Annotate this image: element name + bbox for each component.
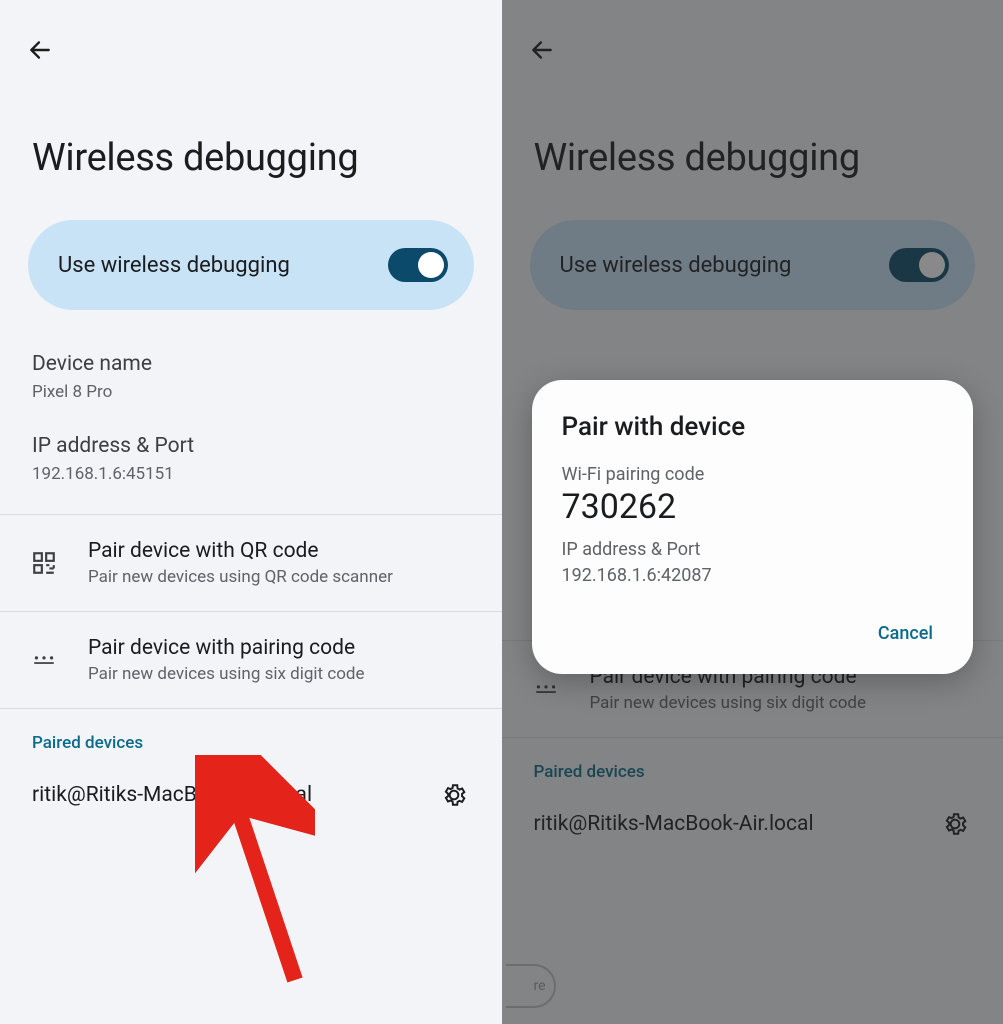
device-name-block: Device name Pixel 8 Pro bbox=[0, 340, 502, 414]
pair-dialog-code: 730262 bbox=[562, 487, 944, 527]
back-button[interactable] bbox=[20, 30, 60, 70]
qr-icon bbox=[24, 550, 64, 576]
page-title: Wireless debugging bbox=[0, 80, 502, 220]
pair-code-title: Pair device with pairing code bbox=[88, 636, 478, 660]
pair-dialog-code-label: Wi-Fi pairing code bbox=[562, 464, 944, 485]
pair-dialog: Pair with device Wi-Fi pairing code 7302… bbox=[532, 380, 974, 674]
wireless-debug-toggle-card[interactable]: Use wireless debugging bbox=[28, 220, 474, 310]
pair-code-sub: Pair new devices using six digit code bbox=[88, 664, 478, 684]
paired-device-settings-button[interactable] bbox=[434, 775, 474, 815]
pair-dialog-title: Pair with device bbox=[562, 412, 944, 442]
ip-port-block: IP address & Port 192.168.1.6:45151 bbox=[0, 414, 502, 496]
dots-icon bbox=[24, 647, 64, 673]
pair-dialog-ip-label: IP address & Port bbox=[562, 537, 944, 563]
pair-qr-sub: Pair new devices using QR code scanner bbox=[88, 567, 478, 587]
paired-device-name: ritik@Ritiks-MacBook-Air.local bbox=[32, 783, 312, 807]
screen-right: Wireless debugging Use wireless debuggin… bbox=[502, 0, 1003, 1024]
topbar bbox=[0, 0, 502, 80]
wireless-debug-toggle-label: Use wireless debugging bbox=[58, 253, 290, 278]
ip-port-label: IP address & Port bbox=[32, 434, 470, 458]
pair-dialog-cancel-button[interactable]: Cancel bbox=[868, 617, 943, 650]
device-name-value: Pixel 8 Pro bbox=[32, 382, 470, 402]
paired-device-row[interactable]: ritik@Ritiks-MacBook-Air.local bbox=[0, 765, 502, 831]
device-name-label: Device name bbox=[32, 352, 470, 376]
pair-qr-title: Pair device with QR code bbox=[88, 539, 478, 563]
gear-icon bbox=[441, 782, 467, 808]
ip-port-value: 192.168.1.6:45151 bbox=[32, 464, 470, 484]
paired-devices-header: Paired devices bbox=[0, 709, 502, 765]
pair-code-option[interactable]: Pair device with pairing code Pair new d… bbox=[0, 612, 502, 709]
arrow-left-icon bbox=[27, 37, 53, 63]
wireless-debug-switch[interactable] bbox=[388, 248, 448, 282]
pair-dialog-ip-value: 192.168.1.6:42087 bbox=[562, 563, 944, 589]
screen-left: Wireless debugging Use wireless debuggin… bbox=[0, 0, 502, 1024]
pair-qr-option[interactable]: Pair device with QR code Pair new device… bbox=[0, 515, 502, 612]
